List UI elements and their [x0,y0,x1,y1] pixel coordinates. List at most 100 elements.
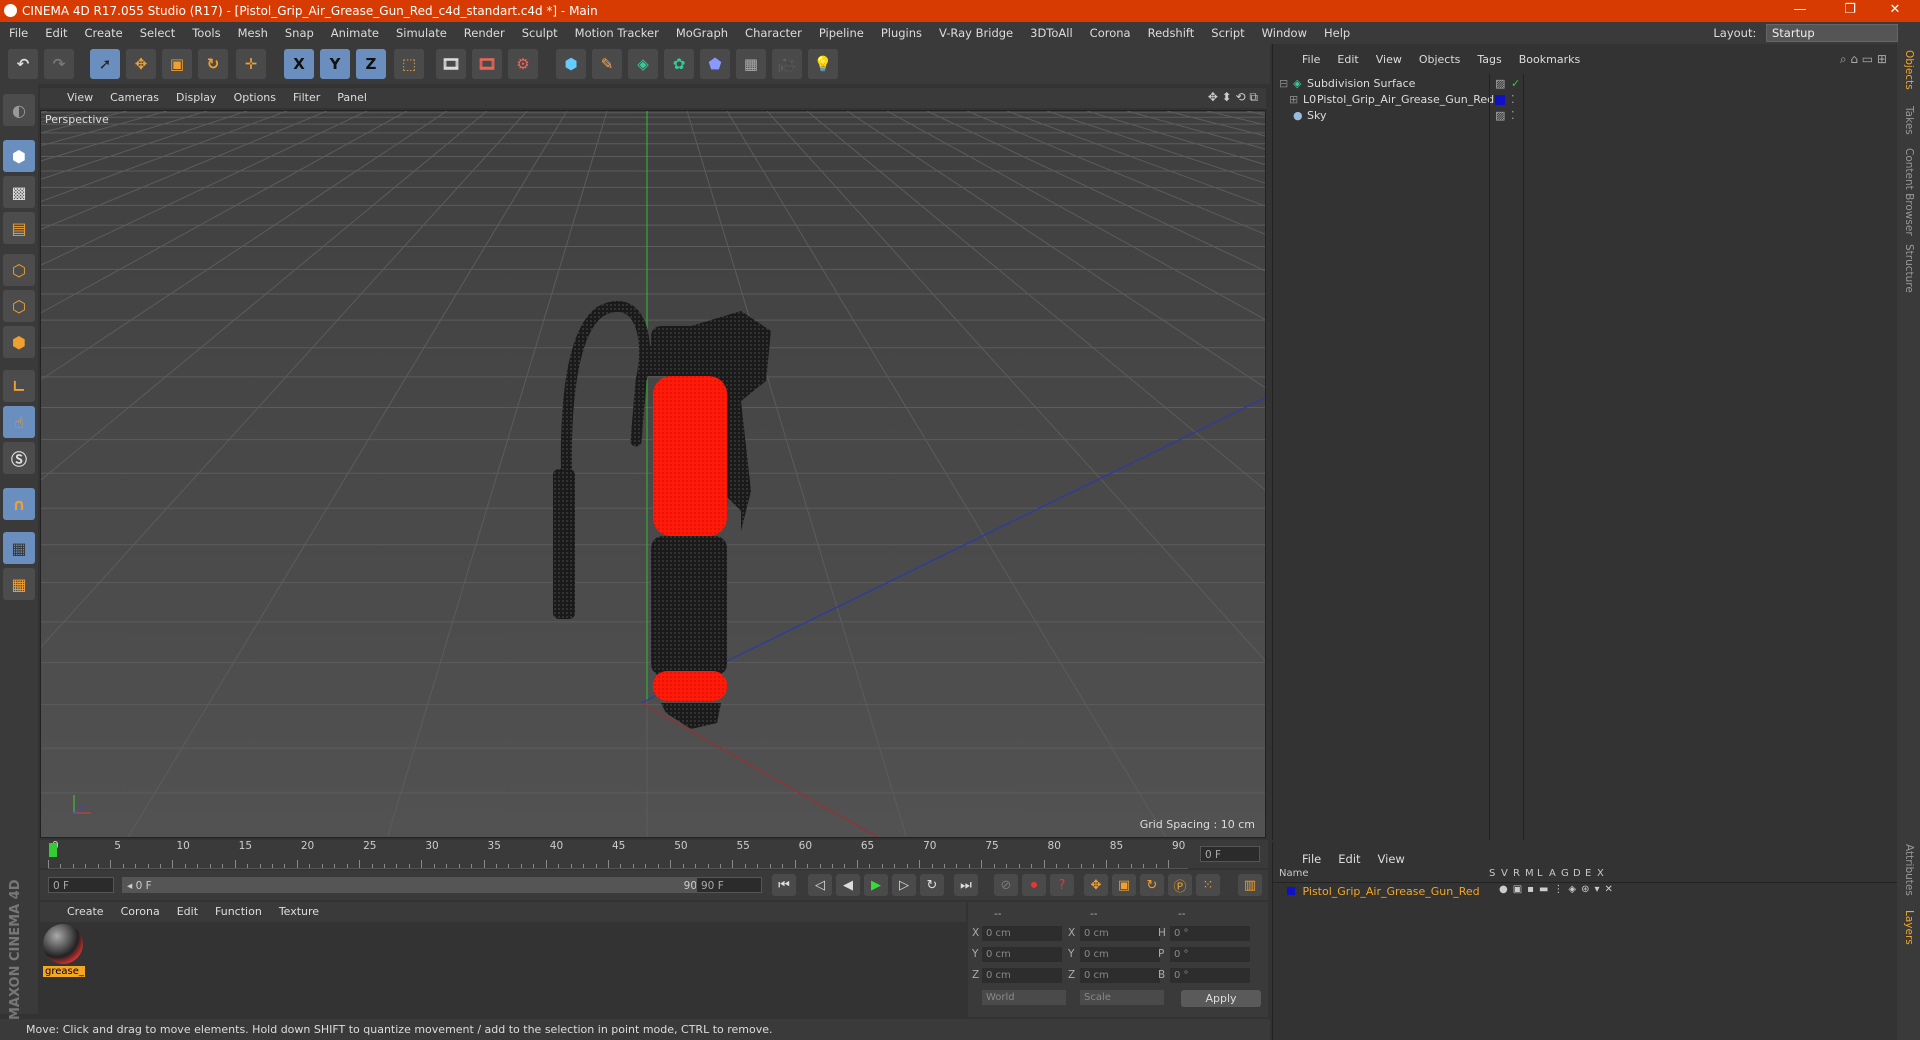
planar-workplane-icon[interactable]: ▦ [3,568,35,600]
deformer-icon[interactable]: ⬟ [700,49,730,79]
layer-row[interactable]: Pistol_Grip_Air_Grease_Gun_Red [1279,885,1480,898]
array-generator-icon[interactable]: ✿ [664,49,694,79]
material-swatch[interactable]: grease_ [43,924,85,980]
pen-spline-icon[interactable]: ✎ [592,49,622,79]
undo-icon[interactable]: ↶ [8,49,38,79]
material-menu-edit[interactable]: Edit [168,902,206,922]
snapping-icon[interactable]: Ⓢ [3,442,35,474]
go-to-end-icon[interactable]: ⏭ [954,874,978,896]
visibility-dots-icon[interactable]: ⁚ [1511,92,1515,108]
menu-plugins[interactable]: Plugins [872,22,930,44]
object-menu-edit[interactable]: Edit [1328,50,1366,70]
auto-keying-icon[interactable]: ⏺ [1022,874,1046,896]
minimize-button[interactable]: — [1780,2,1820,17]
visibility-dots-icon[interactable]: ⁚ [1511,108,1515,124]
subdivision-surface-icon[interactable]: ◈ [628,49,658,79]
menu-3dtoall[interactable]: 3DToAll [1021,22,1081,44]
model-mode-icon[interactable]: ⬢ [3,140,35,172]
material-menu-create[interactable]: Create [58,902,112,922]
axis-mode-icon[interactable]: ∟ [3,370,35,402]
viewport-menu-panel[interactable]: Panel [328,88,375,108]
y-axis-lock-icon[interactable]: Y [320,49,350,79]
tweak-mode-icon[interactable]: ☝ [3,406,35,438]
floor-scene-icon[interactable]: ▦ [736,49,766,79]
tab-objects[interactable]: Objects [1903,50,1915,90]
camera-icon[interactable]: 🎥 [772,49,802,79]
texture-mode-icon[interactable]: ▩ [3,176,35,208]
timeline-window-icon[interactable]: ▥ [1238,874,1262,896]
end-frame-field[interactable]: 90 F [696,877,762,893]
record-keys-icon[interactable]: ⊘ [994,874,1018,896]
apply-button[interactable]: Apply [1181,990,1261,1007]
enabled-check-icon[interactable]: ✓ [1511,76,1520,92]
viewport-menu-view[interactable]: View [58,88,101,108]
polygons-mode-icon[interactable]: ⬢ [3,326,35,358]
material-menu-corona[interactable]: Corona [112,902,168,922]
object-menu-tags[interactable]: Tags [1468,50,1509,70]
object-row-grease-gun[interactable]: ⊞ L0 Pistol_Grip_Air_Grease_Gun_Red ⁚ [1273,92,1897,108]
previous-key-icon[interactable]: ◁ [808,874,832,896]
menu-redshift[interactable]: Redshift [1139,22,1203,44]
menu-mograph[interactable]: MoGraph [667,22,736,44]
next-frame-icon[interactable]: ▷ [892,874,916,896]
tab-layers[interactable]: Layers [1903,910,1915,945]
menu-pipeline[interactable]: Pipeline [810,22,872,44]
search-icon[interactable]: ⌕ ⌂ ▭ ⊞ [1840,52,1887,67]
menu-animate[interactable]: Animate [322,22,387,44]
previous-frame-icon[interactable]: ◀ [836,874,860,896]
tab-takes[interactable]: Takes [1903,106,1915,135]
menu-file[interactable]: File [0,22,36,44]
position-field[interactable]: 0 cm [982,926,1062,941]
tab-content-browser[interactable]: Content Browser [1903,148,1915,236]
key-scale-icon[interactable]: ▣ [1112,874,1136,896]
key-pla-icon[interactable]: ⁙ [1196,874,1220,896]
viewport-menu-filter[interactable]: Filter [284,88,328,108]
menu-mesh[interactable]: Mesh [229,22,276,44]
make-editable-icon[interactable]: ◐ [3,94,35,126]
z-axis-lock-icon[interactable]: Z [356,49,386,79]
points-mode-icon[interactable]: ⬡ [3,254,35,286]
perspective-viewport[interactable]: Perspective Grid Spacing : 10 cm [40,110,1266,838]
close-button[interactable]: ✕ [1875,2,1915,17]
tab-attributes[interactable]: Attributes [1903,844,1915,896]
position-field[interactable]: 0 cm [982,947,1062,962]
menu-render[interactable]: Render [455,22,513,44]
layout-dropdown[interactable]: Startup [1766,24,1898,42]
scale-tool-icon[interactable]: ▣ [162,49,192,79]
menu-create[interactable]: Create [76,22,131,44]
render-settings-icon[interactable]: ⚙ [508,49,538,79]
light-bulb-icon[interactable]: 💡 [808,49,838,79]
viewport-navigation-icons[interactable]: ✥ ⬍ ⟲ ⧉ [1208,90,1258,105]
object-row-subdivision-surface[interactable]: ⊟ ◈ Subdivision Surface ▨ ✓ [1273,76,1897,92]
material-menu-function[interactable]: Function [206,902,270,922]
viewport-menu-display[interactable]: Display [167,88,225,108]
menu-tools[interactable]: Tools [183,22,228,44]
menu-snap[interactable]: Snap [276,22,322,44]
key-position-icon[interactable]: ✥ [1084,874,1108,896]
keyframe-selection-icon[interactable]: ? [1050,874,1074,896]
menu-window[interactable]: Window [1253,22,1315,44]
magnet-icon[interactable]: ∩ [3,488,35,520]
layer-menu-edit[interactable]: Edit [1329,848,1368,870]
coordinate-system-icon[interactable]: ⬚ [394,49,424,79]
position-field[interactable]: 0 cm [982,968,1062,983]
menu-sculpt[interactable]: Sculpt [513,22,566,44]
size-field[interactable]: 0 cm [1080,968,1160,983]
key-parameter-icon[interactable]: Ⓟ [1168,874,1192,896]
menu-character[interactable]: Character [736,22,810,44]
object-menu-file[interactable]: File [1293,50,1328,70]
edit-render-flags-icon[interactable]: ▨ [1495,76,1505,92]
menu-edit[interactable]: Edit [36,22,75,44]
edges-mode-icon[interactable]: ⬡ [3,290,35,322]
timeline-ruler[interactable]: 051015202530354045505560657075808590 0 F [40,840,1268,869]
menu-help[interactable]: Help [1315,22,1358,44]
workplane-icon[interactable]: ▤ [3,212,35,244]
layer-menu-view[interactable]: View [1369,848,1413,870]
rotation-field[interactable]: 0 ° [1170,926,1250,941]
rotation-field[interactable]: 0 ° [1170,968,1250,983]
edit-render-flags-icon[interactable]: ▨ [1495,108,1505,124]
cube-primitive-icon[interactable]: ⬢ [556,49,586,79]
object-row-sky[interactable]: ● Sky ▨ ⁚ [1273,108,1897,124]
object-menu-view[interactable]: View [1367,50,1410,70]
object-menu-objects[interactable]: Objects [1410,50,1469,70]
